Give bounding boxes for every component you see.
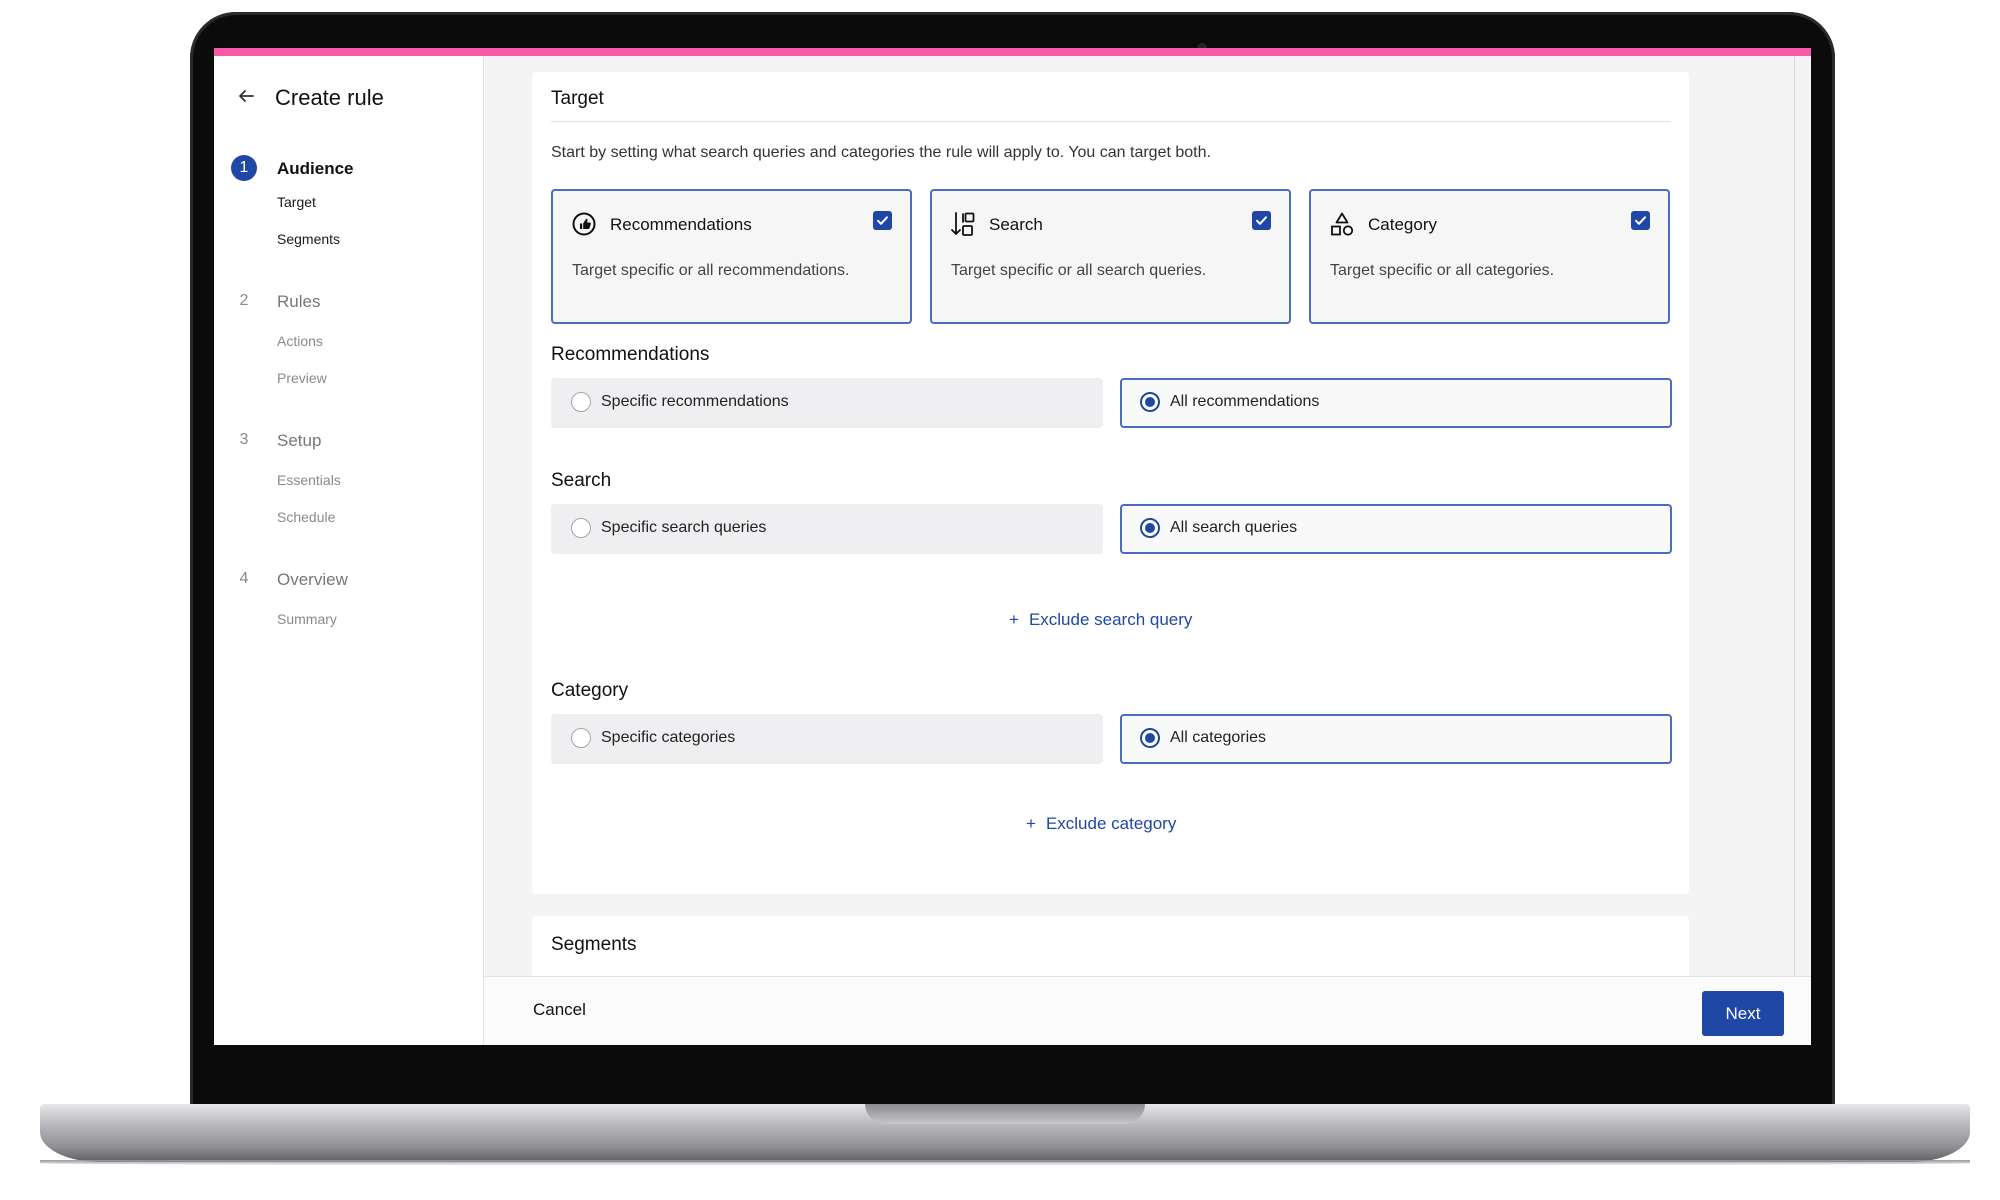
cancel-button[interactable]: Cancel — [533, 1000, 586, 1020]
plus-icon: + — [1026, 814, 1036, 833]
substep-summary[interactable]: Summary — [277, 611, 337, 627]
target-option-search[interactable]: Search Target specific or all search que… — [930, 189, 1291, 324]
step-number-1: 1 — [231, 155, 257, 181]
recommendations-icon — [571, 211, 597, 237]
target-card: Target Start by setting what search quer… — [532, 72, 1689, 894]
section-title-recommendations: Recommendations — [551, 344, 710, 365]
checkbox-checked[interactable] — [873, 211, 892, 230]
target-option-description: Target specific or all search queries. — [951, 262, 1207, 279]
target-option-title: Recommendations — [610, 215, 752, 234]
segments-card: Segments — [532, 916, 1689, 976]
exclude-search-query-label: Exclude search query — [1028, 610, 1193, 629]
section-title-target: Target — [551, 88, 604, 109]
sort-search-icon — [950, 211, 976, 237]
radio-unselected[interactable] — [571, 518, 591, 538]
section-title-search: Search — [551, 470, 612, 491]
radio-specific-search-queries[interactable]: Specific search queries — [551, 504, 1103, 554]
radio-unselected[interactable] — [571, 392, 591, 412]
shapes-icon — [1329, 211, 1355, 237]
substep-preview[interactable]: Preview — [277, 370, 327, 386]
step-rules[interactable]: Rules — [277, 292, 320, 312]
substep-schedule[interactable]: Schedule — [277, 509, 335, 525]
step-audience[interactable]: Audience — [277, 159, 354, 179]
radio-label: Specific recommendations — [601, 393, 789, 410]
target-option-category[interactable]: Category Target specific or all categori… — [1309, 189, 1670, 324]
app-screen: Create rule 1 Audience Target Segments 2… — [214, 48, 1811, 1045]
section-title-segments: Segments — [551, 934, 637, 955]
divider — [551, 121, 1671, 122]
next-button[interactable]: Next — [1702, 991, 1784, 1036]
radio-specific-recommendations[interactable]: Specific recommendations — [551, 378, 1103, 428]
radio-selected[interactable] — [1140, 518, 1160, 538]
plus-icon: + — [1009, 610, 1019, 629]
radio-label: Specific categories — [601, 729, 736, 746]
target-option-description: Target specific or all categories. — [1330, 262, 1555, 279]
target-option-recommendations[interactable]: Recommendations Target specific or all r… — [551, 189, 912, 324]
checkbox-checked[interactable] — [1252, 211, 1271, 230]
sidebar: Create rule 1 Audience Target Segments 2… — [214, 56, 484, 1045]
scroll-edge — [1794, 56, 1795, 1045]
radio-specific-categories[interactable]: Specific categories — [551, 714, 1103, 764]
back-arrow-icon[interactable] — [236, 86, 256, 106]
step-number-4: 4 — [239, 570, 249, 587]
radio-all-categories[interactable]: All categories — [1120, 714, 1672, 764]
radio-label: Specific search queries — [601, 519, 767, 536]
laptop-shadow — [40, 1160, 1970, 1166]
target-intro-text: Start by setting what search queries and… — [551, 144, 1211, 161]
accent-bar — [214, 48, 1811, 56]
radio-label: All recommendations — [1170, 393, 1320, 410]
step-setup[interactable]: Setup — [277, 431, 321, 451]
radio-label: All categories — [1170, 729, 1267, 746]
radio-selected[interactable] — [1140, 728, 1160, 748]
radio-label: All search queries — [1170, 519, 1298, 536]
step-number-3: 3 — [239, 431, 249, 448]
exclude-category-button[interactable]: + Exclude category — [1026, 814, 1176, 834]
footer-bar: Cancel Next — [484, 976, 1811, 1045]
exclude-category-label: Exclude category — [1045, 814, 1177, 833]
step-number-2: 2 — [239, 292, 249, 309]
target-option-title: Category — [1368, 215, 1437, 234]
section-title-category: Category — [551, 680, 629, 701]
radio-selected[interactable] — [1140, 392, 1160, 412]
substep-segments[interactable]: Segments — [277, 231, 340, 247]
checkbox-checked[interactable] — [1631, 211, 1650, 230]
laptop-notch — [865, 1104, 1145, 1124]
radio-all-search-queries[interactable]: All search queries — [1120, 504, 1672, 554]
substep-target[interactable]: Target — [277, 194, 316, 210]
substep-actions[interactable]: Actions — [277, 333, 323, 349]
main-content: Target Start by setting what search quer… — [484, 56, 1811, 1045]
target-option-description: Target specific or all recommendations. — [572, 262, 850, 279]
step-overview[interactable]: Overview — [277, 570, 348, 590]
exclude-search-query-button[interactable]: + Exclude search query — [1009, 610, 1192, 630]
page-title: Create rule — [275, 85, 384, 110]
radio-all-recommendations[interactable]: All recommendations — [1120, 378, 1672, 428]
target-option-title: Search — [989, 215, 1043, 234]
radio-unselected[interactable] — [571, 728, 591, 748]
substep-essentials[interactable]: Essentials — [277, 472, 341, 488]
